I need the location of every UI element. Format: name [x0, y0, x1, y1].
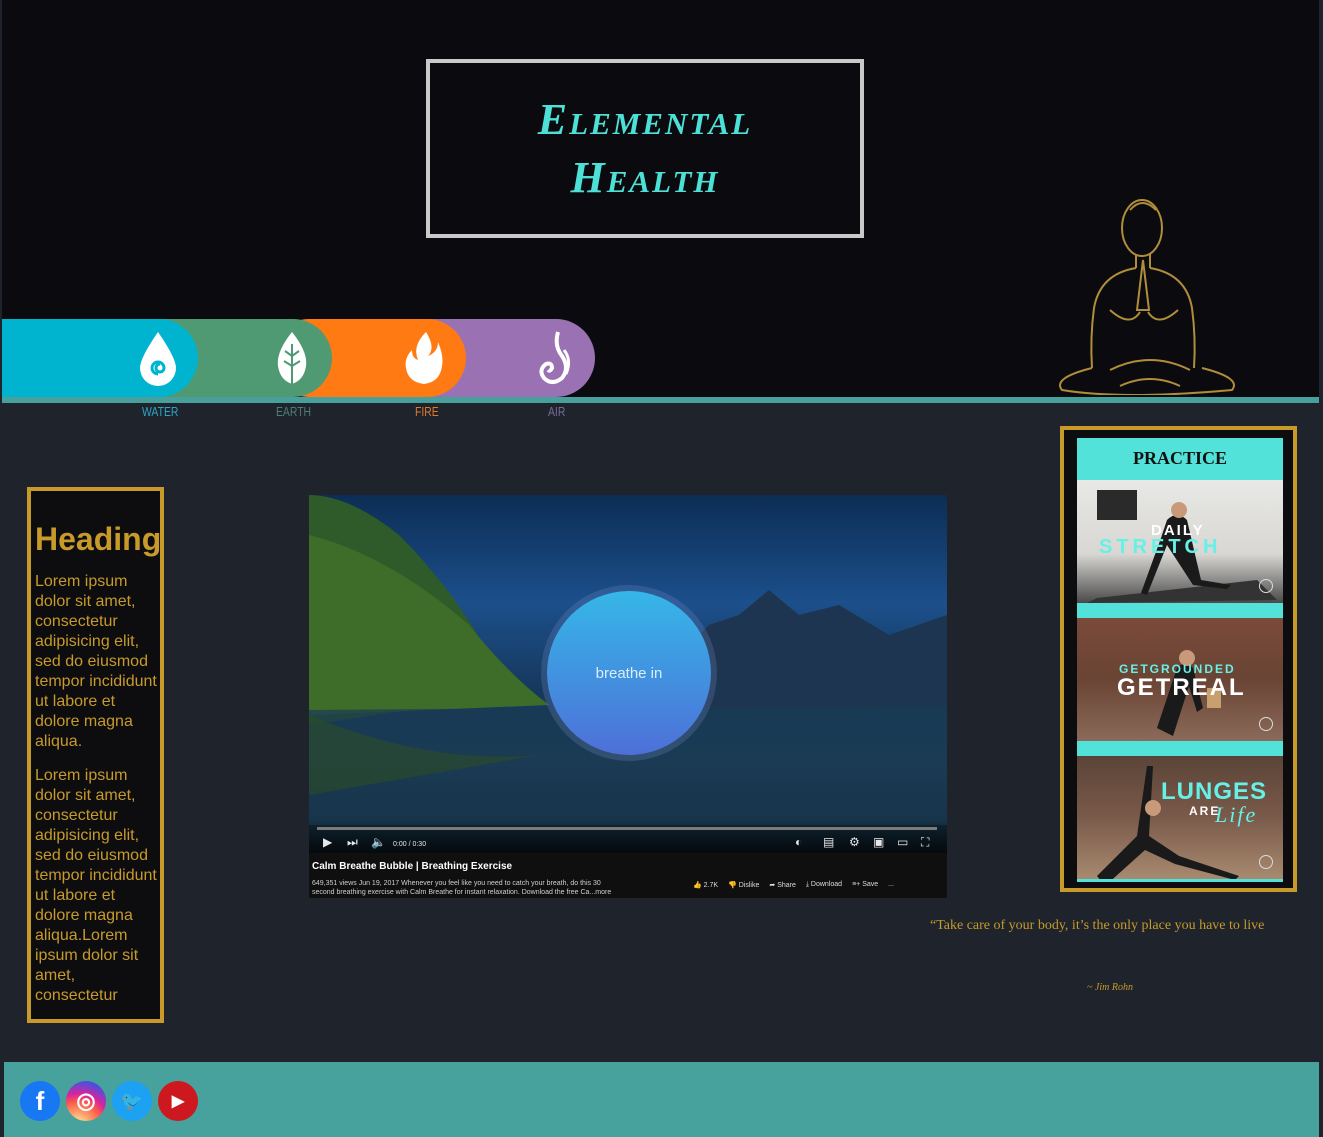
- play-circle-icon: [1259, 717, 1273, 731]
- thumb2-line2: GETREAL: [1117, 674, 1246, 701]
- fullscreen-icon[interactable]: ⛶: [921, 835, 929, 849]
- element-label-water: WATER: [142, 404, 179, 419]
- info-panel-scroll[interactable]: Heading Lorem ipsum dolor sit amet, cons…: [35, 495, 160, 1011]
- site-title-line1: Elemental: [537, 94, 753, 144]
- breathe-bubble: breathe in: [547, 591, 711, 755]
- info-paragraph-1: Lorem ipsum dolor sit amet, consectetur …: [35, 573, 157, 750]
- info-paragraph-2: Lorem ipsum dolor sit amet, consectetur …: [35, 767, 157, 1004]
- breathe-text: breathe in: [595, 664, 663, 682]
- like-button[interactable]: 👍 2.7K: [693, 881, 718, 889]
- miniplayer-icon[interactable]: ▣: [873, 835, 884, 849]
- air-swirl-icon: [539, 331, 571, 384]
- more-options-button[interactable]: ...: [888, 881, 894, 889]
- captions-icon[interactable]: ▤: [823, 835, 834, 849]
- practice-thumb-get-grounded[interactable]: GETGROUNDED GETREAL: [1077, 618, 1283, 741]
- video-frame[interactable]: breathe in: [309, 495, 947, 853]
- twitter-icon[interactable]: 🐦: [112, 1081, 152, 1121]
- share-label: Share: [777, 882, 796, 889]
- instagram-icon[interactable]: ◎: [66, 1081, 106, 1121]
- autoplay-toggle-icon[interactable]: ◐: [795, 835, 802, 849]
- video-title[interactable]: Calm Breathe Bubble | Breathing Exercise: [312, 861, 512, 872]
- info-panel: Heading Lorem ipsum dolor sit amet, cons…: [27, 487, 164, 1023]
- save-button[interactable]: ≡+ Save: [852, 881, 878, 889]
- play-icon[interactable]: ▶: [323, 835, 332, 849]
- practice-thumb-daily-stretch[interactable]: DAILY STRETCH: [1077, 480, 1283, 603]
- water-drop-icon: [140, 332, 176, 386]
- footer: [4, 1062, 1319, 1137]
- practice-title: PRACTICE: [1132, 448, 1227, 468]
- like-count: 2.7K: [703, 882, 719, 889]
- thumb3-line3: Life: [1215, 802, 1258, 827]
- thumb1-line2: STRETCH: [1099, 536, 1222, 558]
- youtube-icon[interactable]: ▶: [158, 1081, 198, 1121]
- element-label-fire: FIRE: [415, 404, 439, 419]
- element-label-air: AIR: [548, 404, 566, 419]
- quote-author: ~ Jim Rohn: [1087, 982, 1133, 993]
- info-heading: Heading: [35, 521, 160, 557]
- video-actions: 👍 2.7K 👎 Dislike ➦ Share ⤓ Download ≡+ S…: [693, 881, 894, 889]
- dislike-button[interactable]: 👎 Dislike: [728, 881, 759, 889]
- header-divider: [2, 397, 1319, 403]
- site-title-line2: Health: [570, 152, 720, 202]
- save-label: Save: [862, 881, 879, 888]
- video-progress-bar[interactable]: [317, 827, 937, 830]
- video-time: 0:00 / 0:30: [393, 841, 427, 848]
- volume-icon[interactable]: 🔈: [371, 835, 386, 849]
- practice-thumb-lunges[interactable]: LUNGES ARE Life: [1077, 756, 1283, 879]
- practice-inner: PRACTICE DAILY STRETCH GETGROUNDED GETRE…: [1077, 438, 1283, 882]
- play-circle-icon: [1259, 855, 1273, 869]
- quote-text: “Take care of your body, it’s the only p…: [930, 918, 1265, 933]
- site-title-box: Elemental Health: [426, 59, 864, 238]
- facebook-icon[interactable]: f: [20, 1081, 60, 1121]
- settings-gear-icon[interactable]: ⚙: [849, 835, 860, 849]
- meditating-figure-icon: [1059, 199, 1235, 395]
- download-label: Download: [810, 881, 843, 888]
- practice-panel: PRACTICE DAILY STRETCH GETGROUNDED GETRE…: [1060, 426, 1297, 892]
- video-player[interactable]: breathe in ▶ ⏭ 🔈 0:00 / 0:30 ◐ ▤ ⚙ ▣ ▭ ⛶…: [309, 495, 947, 898]
- page: Elemental Health WATER EARTH FIRE AIR He…: [0, 0, 1323, 1137]
- flame-icon: [405, 332, 443, 384]
- download-button[interactable]: ⤓ Download: [806, 881, 842, 889]
- video-description: 649,351 views Jun 19, 2017 Whenever you …: [312, 880, 612, 896]
- dislike-label: Dislike: [738, 882, 760, 889]
- share-button[interactable]: ➦ Share: [769, 881, 796, 889]
- theater-mode-icon[interactable]: ▭: [897, 835, 908, 849]
- element-label-earth: EARTH: [276, 404, 312, 419]
- leaf-icon: [277, 332, 307, 384]
- next-icon[interactable]: ⏭: [347, 835, 358, 849]
- play-circle-icon: [1259, 579, 1273, 593]
